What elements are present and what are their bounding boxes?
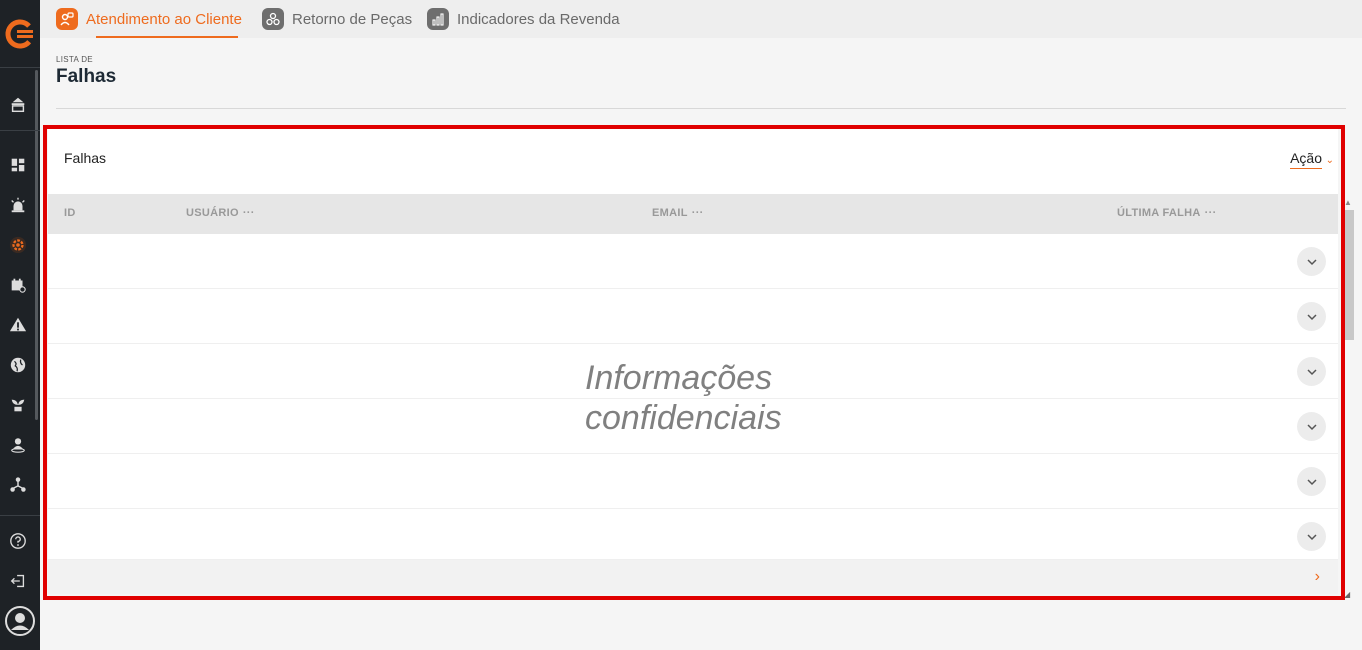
confidential-text-line: Informações xyxy=(585,359,773,397)
sidebar-item-plant[interactable] xyxy=(0,390,36,420)
column-menu-icon[interactable]: ··· xyxy=(692,207,704,219)
table-row[interactable] xyxy=(48,509,1338,560)
chevron-down-icon xyxy=(1306,258,1317,265)
expand-row-button[interactable] xyxy=(1297,467,1326,496)
action-dropdown[interactable]: Ação xyxy=(1290,150,1322,169)
chevron-down-icon xyxy=(1306,533,1317,540)
confidential-text-line: confidenciais xyxy=(585,399,782,437)
scroll-down-icon[interactable]: ◢ xyxy=(1344,590,1350,599)
column-header-ultima-falha[interactable]: ÚLTIMA FALHA ··· xyxy=(1117,207,1217,219)
chevron-down-icon xyxy=(1306,368,1317,375)
dealer-icon xyxy=(11,97,25,113)
tab-atendimento-ao-cliente[interactable]: Atendimento ao Cliente xyxy=(56,0,242,38)
expand-row-button[interactable] xyxy=(1297,302,1326,331)
column-header-email[interactable]: EMAIL ··· xyxy=(652,207,704,219)
next-page-button[interactable]: › xyxy=(1315,568,1320,586)
sidebar-item-globe[interactable] xyxy=(0,350,36,380)
profile-avatar[interactable] xyxy=(0,604,40,638)
confidential-overlay: Informações confidenciais xyxy=(585,358,845,438)
calendar-icon xyxy=(11,278,26,293)
sidebar-item-dealer[interactable] xyxy=(0,90,36,120)
sidebar-item-network[interactable] xyxy=(0,470,36,500)
tab-indicadores-da-revenda[interactable]: Indicadores da Revenda xyxy=(427,0,620,38)
page-pre-title: LISTA DE xyxy=(56,55,93,64)
chevron-down-icon[interactable]: ⌄ xyxy=(1326,155,1334,166)
network-icon xyxy=(10,477,26,492)
sidebar-item-settings[interactable] xyxy=(0,230,36,260)
sidebar-item-alarm[interactable] xyxy=(0,190,36,220)
column-header-id[interactable]: ID xyxy=(64,207,76,219)
card-title: Falhas xyxy=(64,150,107,166)
sidebar-separator xyxy=(0,515,40,516)
sidebar xyxy=(0,0,40,650)
bar-chart-icon xyxy=(427,8,449,30)
tab-label: Retorno de Peças xyxy=(292,10,413,28)
logo-icon xyxy=(5,19,35,48)
column-header-usuario[interactable]: USUÁRIO ··· xyxy=(186,207,255,219)
table-scrollbar[interactable] xyxy=(1342,210,1354,340)
location-user-icon xyxy=(11,438,25,453)
chevron-down-icon xyxy=(1306,313,1317,320)
globe-icon xyxy=(10,357,26,373)
help-icon xyxy=(10,533,26,549)
table-row[interactable] xyxy=(48,234,1338,289)
scroll-up-icon[interactable]: ▲ xyxy=(1344,198,1352,207)
table-row[interactable] xyxy=(48,454,1338,509)
table-pagination: › xyxy=(48,560,1338,594)
logout-icon xyxy=(10,574,25,588)
chevron-down-icon xyxy=(1306,478,1317,485)
expand-row-button[interactable] xyxy=(1297,247,1326,276)
sidebar-item-calendar[interactable] xyxy=(0,270,36,300)
active-tab-indicator xyxy=(96,36,238,38)
expand-row-button[interactable] xyxy=(1297,357,1326,386)
table-header: ID USUÁRIO ··· EMAIL ··· ÚLTIMA FALHA ··· xyxy=(48,194,1338,234)
customer-service-icon xyxy=(56,8,78,30)
app-logo[interactable] xyxy=(0,0,40,68)
failures-card: Falhas Ação ⌄ ID USUÁRIO ··· EMAIL ··· ÚLT… xyxy=(48,128,1338,594)
top-tabs: Atendimento ao Cliente Retorno de Peças … xyxy=(40,0,1362,38)
logout-button[interactable] xyxy=(0,566,36,596)
parts-return-icon xyxy=(262,8,284,30)
sidebar-item-dashboard[interactable] xyxy=(0,150,36,180)
expand-row-button[interactable] xyxy=(1297,412,1326,441)
table-row[interactable] xyxy=(48,289,1338,344)
header-divider xyxy=(56,108,1346,109)
sidebar-separator xyxy=(0,130,40,131)
chevron-down-icon xyxy=(1306,423,1317,430)
tab-label: Atendimento ao Cliente xyxy=(86,10,242,28)
dashboard-icon xyxy=(11,158,25,172)
column-menu-icon[interactable]: ··· xyxy=(1205,207,1217,219)
help-button[interactable] xyxy=(0,526,36,556)
page-title: Falhas xyxy=(56,66,117,87)
tab-retorno-de-pecas[interactable]: Retorno de Peças xyxy=(262,0,412,38)
warning-icon xyxy=(9,317,27,332)
sidebar-item-location-user[interactable] xyxy=(0,430,36,460)
profile-avatar-icon xyxy=(5,606,35,636)
column-menu-icon[interactable]: ··· xyxy=(243,207,255,219)
sidebar-item-warning[interactable] xyxy=(0,310,36,340)
tab-label: Indicadores da Revenda xyxy=(457,10,620,28)
plant-icon xyxy=(11,399,25,412)
expand-row-button[interactable] xyxy=(1297,522,1326,551)
alarm-icon xyxy=(11,197,25,213)
settings-gear-icon xyxy=(9,236,27,254)
